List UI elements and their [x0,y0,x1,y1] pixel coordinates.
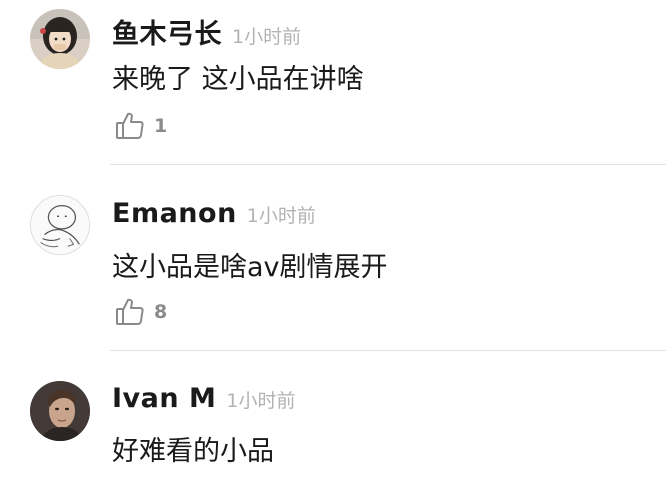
thumbs-up-icon [114,296,146,328]
like-button[interactable]: 8 [114,296,167,328]
comment-text: 来晚了 这小品在讲啥 [112,64,364,95]
thumbs-up-icon [114,110,146,142]
man-photo-avatar-icon [30,381,90,441]
comment-item: Emanon 1小时前 这小品是啥av剧情展开 8 [0,165,666,351]
like-button[interactable]: 1 [114,110,167,142]
girl-avatar-icon [30,9,90,69]
comment-item: 鱼木弓长 1小时前 来晚了 这小品在讲啥 1 [0,0,666,165]
timestamp: 1小时前 [246,205,316,227]
sketch-face-avatar-icon [31,196,89,254]
username[interactable]: 鱼木弓长 [112,12,222,51]
comment-item: Ivan M 1小时前 好难看的小品 [0,351,666,483]
avatar[interactable] [30,381,90,441]
timestamp: 1小时前 [226,390,296,412]
like-count: 1 [154,115,168,137]
like-count: 8 [154,301,168,323]
username[interactable]: Ivan M [112,383,216,414]
timestamp: 1小时前 [232,26,302,48]
comment-text: 这小品是啥av剧情展开 [112,252,388,283]
comment-text: 好难看的小品 [112,436,274,467]
avatar[interactable] [30,195,90,255]
username[interactable]: Emanon [112,198,237,229]
avatar[interactable] [30,9,90,69]
